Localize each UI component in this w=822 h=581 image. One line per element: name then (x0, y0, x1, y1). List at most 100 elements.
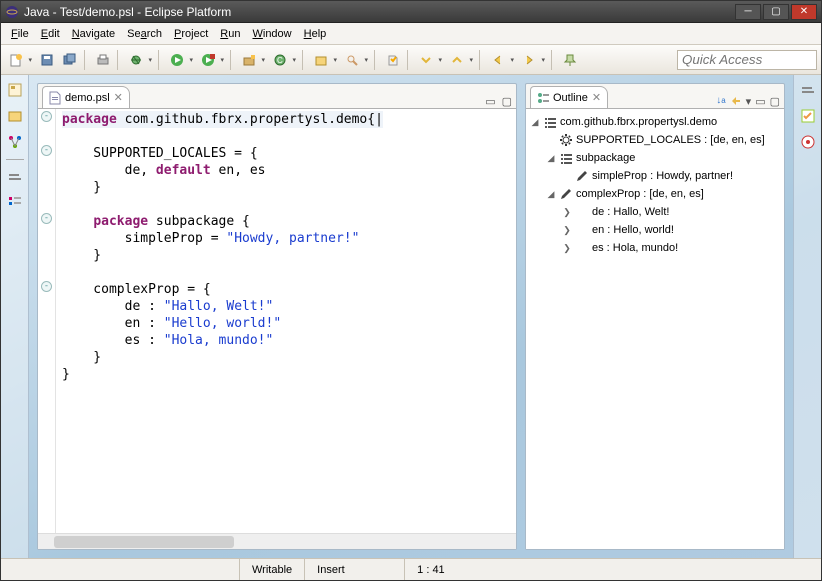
restore-icon[interactable] (799, 81, 817, 99)
new-class-button[interactable]: C (269, 49, 299, 71)
editor-tabrow: demo.psl ✕ ▭ ▢ (38, 84, 516, 108)
cheatsheet-icon[interactable] (799, 133, 817, 151)
search-button[interactable] (341, 49, 371, 71)
tree-twisty-icon[interactable]: ◢ (546, 153, 556, 164)
editor-tab-label: demo.psl (65, 92, 110, 104)
toolbar-separator (158, 50, 163, 70)
maximize-button[interactable]: ▢ (763, 4, 789, 20)
titlebar: Java - Test/demo.psl - Eclipse Platform … (1, 1, 821, 23)
menu-search[interactable]: Search (121, 26, 168, 42)
close-button[interactable]: ✕ (791, 4, 817, 20)
close-tab-icon[interactable]: ✕ (592, 91, 601, 104)
menu-edit[interactable]: Edit (35, 26, 66, 42)
outline-item[interactable]: ❯ es : Hola, mundo! (530, 239, 780, 257)
fold-marker-icon[interactable]: - (41, 281, 52, 292)
tree-twisty-icon[interactable]: ◢ (546, 189, 556, 200)
folding-ruler[interactable]: - - - - (38, 109, 56, 533)
menu-file[interactable]: File (5, 26, 35, 42)
menu-project[interactable]: Project (168, 26, 214, 42)
view-menu-icon[interactable]: ▾ (746, 95, 752, 108)
toolbar-separator (407, 50, 412, 70)
print-button[interactable] (92, 49, 114, 71)
file-icon (49, 91, 61, 105)
outline-item[interactable]: SUPPORTED_LOCALES : [de, en, es] (530, 131, 780, 149)
outline-item-label: de : Hallo, Welt! (592, 206, 669, 218)
work-area: demo.psl ✕ ▭ ▢ - - - - package com.githu… (1, 75, 821, 558)
pencil-icon (559, 187, 573, 201)
list-icon (543, 115, 557, 129)
outline-item[interactable]: ◢ complexProp : [de, en, es] (530, 185, 780, 203)
fold-marker-icon[interactable]: - (41, 111, 52, 122)
none-icon (575, 241, 589, 255)
back-button[interactable] (487, 49, 517, 71)
task-list-icon[interactable] (799, 107, 817, 125)
status-position: 1 : 41 (404, 559, 484, 580)
save-button[interactable] (36, 49, 58, 71)
outline-item[interactable]: ❯ en : Hello, world! (530, 221, 780, 239)
menubar: File Edit Navigate Search Project Run Wi… (1, 23, 821, 45)
outline-tab[interactable]: Outline ✕ (530, 86, 608, 108)
toolbar-separator (230, 50, 235, 70)
package-explorer-icon[interactable] (6, 81, 24, 99)
menu-help[interactable]: Help (298, 26, 333, 42)
menu-run[interactable]: Run (214, 26, 246, 42)
close-tab-icon[interactable]: ✕ (114, 91, 123, 104)
toolbar-separator (84, 50, 89, 70)
run-button[interactable] (166, 49, 196, 71)
editor-minimize-icon[interactable]: ▭ (485, 95, 495, 108)
editor-tab[interactable]: demo.psl ✕ (42, 86, 130, 108)
minimize-view-icon[interactable] (6, 168, 24, 186)
debug-button[interactable] (125, 49, 155, 71)
menu-navigate[interactable]: Navigate (66, 26, 121, 42)
code-area[interactable]: package com.github.fbrx.propertysl.demo{… (56, 109, 389, 533)
new-button[interactable] (5, 49, 35, 71)
menu-window[interactable]: Window (246, 26, 297, 42)
toggle-mark-button[interactable] (382, 49, 404, 71)
tree-twisty-icon[interactable]: ❯ (562, 243, 572, 254)
tree-twisty-icon[interactable]: ❯ (562, 225, 572, 236)
main-toolbar: C (1, 45, 821, 75)
gear-icon (559, 133, 573, 147)
fold-marker-icon[interactable]: - (41, 145, 52, 156)
save-all-button[interactable] (59, 49, 81, 71)
editor-maximize-icon[interactable]: ▢ (502, 95, 512, 108)
outline-item[interactable]: simpleProp : Howdy, partner! (530, 167, 780, 185)
link-editor-icon[interactable] (730, 95, 742, 108)
outline-item[interactable]: ◢subpackage (530, 149, 780, 167)
outline-tree[interactable]: ◢com.github.fbrx.propertysl.demoSUPPORTE… (526, 108, 784, 549)
outline-maximize-icon[interactable]: ▢ (770, 95, 780, 108)
prev-annotation-button[interactable] (446, 49, 476, 71)
tree-twisty-icon[interactable]: ❯ (562, 207, 572, 218)
none-icon (575, 223, 589, 237)
outline-item[interactable]: ◢com.github.fbrx.propertysl.demo (530, 113, 780, 131)
horizontal-scrollbar[interactable] (38, 533, 516, 549)
trim-separator (6, 159, 24, 160)
outline-item-label: complexProp : [de, en, es] (576, 188, 704, 200)
minimize-button[interactable]: ─ (735, 4, 761, 20)
toolbar-separator (551, 50, 556, 70)
sort-icon[interactable]: ↓a (716, 95, 725, 108)
next-annotation-button[interactable] (415, 49, 445, 71)
fold-marker-icon[interactable]: - (41, 213, 52, 224)
pencil-icon (575, 169, 589, 183)
scrollbar-thumb[interactable] (54, 536, 234, 548)
outline-minimize-icon[interactable]: ▭ (755, 95, 765, 108)
run-last-button[interactable] (197, 49, 227, 71)
outline-item-label: en : Hello, world! (592, 224, 674, 236)
open-type-button[interactable] (310, 49, 340, 71)
hierarchy-icon[interactable] (6, 133, 24, 151)
eclipse-icon (5, 5, 19, 19)
new-package-button[interactable] (238, 49, 268, 71)
toolbar-separator (117, 50, 122, 70)
pin-editor-button[interactable] (559, 49, 581, 71)
tree-twisty-icon[interactable]: ◢ (530, 117, 540, 128)
editor-body[interactable]: - - - - package com.github.fbrx.property… (38, 108, 516, 533)
tasks-icon[interactable] (6, 194, 24, 212)
toolbar-separator (374, 50, 379, 70)
outline-item-label: es : Hola, mundo! (592, 242, 678, 254)
outline-item[interactable]: ❯ de : Hallo, Welt! (530, 203, 780, 221)
quick-access-input[interactable] (677, 50, 817, 70)
navigator-icon[interactable] (6, 107, 24, 125)
toolbar-separator (479, 50, 484, 70)
forward-button[interactable] (518, 49, 548, 71)
